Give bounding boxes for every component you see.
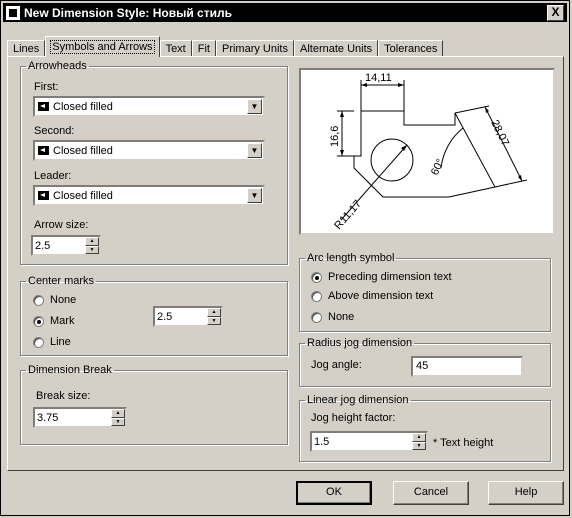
ok-button[interactable]: OK (296, 481, 372, 505)
tab-symbols-and-arrows[interactable]: Symbols and Arrows (45, 36, 160, 57)
center-mark-size-spinner[interactable]: 2.5 ▲ ▼ (153, 306, 223, 327)
second-label: Second: (34, 125, 75, 137)
spinner-buttons[interactable]: ▲ ▼ (111, 409, 125, 426)
radio-circle[interactable] (33, 294, 44, 306)
spin-down-icon[interactable]: ▼ (412, 441, 426, 450)
arc-length-title: Arc length symbol (307, 252, 395, 264)
preview-drawing: 14,11 16,6 28,07 60° R11,17 (329, 72, 528, 232)
spin-up-icon[interactable]: ▲ (207, 308, 221, 317)
jog-height-factor-spinner[interactable]: 1.5 ▲ ▼ (310, 431, 428, 452)
spin-down-icon[interactable]: ▼ (111, 417, 125, 426)
tab-primary-units[interactable]: Primary Units (215, 40, 294, 57)
break-size-value: 3.75 (37, 411, 59, 424)
radio-circle[interactable] (311, 290, 322, 302)
help-button[interactable]: Help (488, 481, 564, 505)
arrow-right-top (485, 107, 489, 113)
second-arrowhead-select[interactable]: Closed filled ▼ (33, 140, 265, 161)
dimension-break-title: Dimension Break (28, 364, 112, 376)
leader-arrowhead-value: Closed filled (53, 189, 113, 202)
jog-angle-input[interactable]: 45 (411, 356, 523, 377)
app-icon (6, 5, 20, 20)
spin-down-icon[interactable]: ▼ (85, 245, 99, 254)
tab-fit[interactable]: Fit (191, 40, 216, 57)
arrow-size-value: 2.5 (35, 239, 51, 252)
closed-filled-arrow-icon (38, 191, 49, 200)
spin-up-icon[interactable]: ▲ (111, 409, 125, 418)
arc-preceding-radio[interactable]: Preceding dimension text (311, 271, 452, 283)
dim-text-top: 14,11 (365, 72, 392, 84)
dim-text-radius: R11,17 (332, 198, 364, 232)
ext-line-right-top (454, 105, 490, 114)
radio-circle[interactable] (311, 311, 322, 323)
leader-label: Leader: (34, 170, 72, 182)
ext-line-right-bottom (494, 179, 528, 188)
spin-up-icon[interactable]: ▲ (85, 237, 99, 246)
dim-text-angle: 60° (429, 157, 447, 177)
arrow-left-bottom (340, 150, 344, 156)
tab-tolerances[interactable]: Tolerances (378, 40, 444, 57)
center-mark-none-radio[interactable]: None (33, 294, 76, 306)
break-size-label: Break size: (36, 390, 91, 402)
center-marks-title: Center marks (28, 275, 95, 287)
arrow-size-spinner[interactable]: 2.5 ▲ ▼ (31, 235, 101, 256)
arrow-right-bottom (518, 175, 522, 181)
arc-above-label: Above dimension text (328, 290, 434, 302)
radio-circle[interactable] (33, 336, 44, 348)
arrow-size-label: Arrow size: (34, 219, 89, 231)
text-height-label: * Text height (433, 437, 494, 449)
arc-above-radio[interactable]: Above dimension text (311, 290, 433, 302)
dim-text-left: 16,6 (329, 126, 341, 147)
spin-down-icon[interactable]: ▼ (207, 316, 221, 325)
title-bar: New Dimension Style: Новый стиль X (3, 3, 567, 22)
chevron-down-icon[interactable]: ▼ (247, 99, 262, 114)
break-size-spinner[interactable]: 3.75 ▲ ▼ (33, 407, 127, 428)
first-arrowhead-value: Closed filled (53, 100, 113, 113)
window-title: New Dimension Style: Новый стиль (24, 5, 232, 20)
arc-none-label: None (328, 311, 355, 323)
center-mark-none-label: None (50, 294, 77, 306)
arc-none-radio[interactable]: None (311, 311, 354, 323)
spinner-buttons[interactable]: ▲ ▼ (85, 237, 99, 254)
radio-circle-selected[interactable] (311, 271, 322, 283)
spinner-buttons[interactable]: ▲ ▼ (207, 308, 221, 325)
part-outline (353, 110, 496, 198)
cancel-button[interactable]: Cancel (393, 481, 469, 505)
second-arrowhead-value: Closed filled (53, 144, 113, 157)
arrowheads-title: Arrowheads (28, 60, 87, 72)
jog-height-factor-value: 1.5 (314, 435, 330, 448)
radius-jog-title: Radius jog dimension (307, 337, 413, 349)
dialog-window: New Dimension Style: Новый стиль X Lines… (0, 0, 570, 516)
arc-preceding-label: Preceding dimension text (328, 271, 452, 283)
chevron-down-icon[interactable]: ▼ (247, 188, 262, 203)
dimension-preview: 14,11 16,6 28,07 60° R11,17 (299, 68, 555, 235)
spinner-buttons[interactable]: ▲ ▼ (412, 433, 426, 450)
center-mark-line-radio[interactable]: Line (33, 336, 71, 348)
tab-alternate-units[interactable]: Alternate Units (294, 40, 379, 57)
spin-up-icon[interactable]: ▲ (412, 433, 426, 442)
dimension-break-group: Dimension Break (20, 364, 288, 445)
closed-filled-arrow-icon (38, 102, 49, 111)
center-mark-mark-radio[interactable]: Mark (33, 315, 74, 327)
closed-filled-arrow-icon (38, 146, 49, 155)
center-mark-mark-label: Mark (50, 315, 75, 327)
tab-symbols-and-arrows-label: Symbols and Arrows (50, 40, 155, 54)
jog-angle-label: Jog angle: (311, 359, 362, 371)
close-button[interactable]: X (547, 5, 564, 21)
leader-arrowhead-select[interactable]: Closed filled ▼ (33, 185, 265, 206)
first-label: First: (34, 81, 59, 93)
center-mark-line-label: Line (50, 336, 71, 348)
tab-strip: Lines Symbols and Arrows Text Fit Primar… (7, 36, 444, 57)
first-arrowhead-select[interactable]: Closed filled ▼ (33, 96, 265, 117)
tab-text[interactable]: Text (159, 40, 192, 57)
linear-jog-title: Linear jog dimension (307, 394, 409, 406)
tab-lines[interactable]: Lines (7, 40, 46, 57)
chevron-down-icon[interactable]: ▼ (247, 143, 262, 158)
radio-circle-selected[interactable] (33, 315, 44, 327)
arrow-top-right (398, 83, 404, 87)
jog-height-factor-label: Jog height factor: (311, 412, 396, 424)
dim-text-right: 28,07 (488, 118, 511, 148)
arrow-left-top (340, 111, 344, 117)
center-mark-size-value: 2.5 (157, 310, 173, 323)
